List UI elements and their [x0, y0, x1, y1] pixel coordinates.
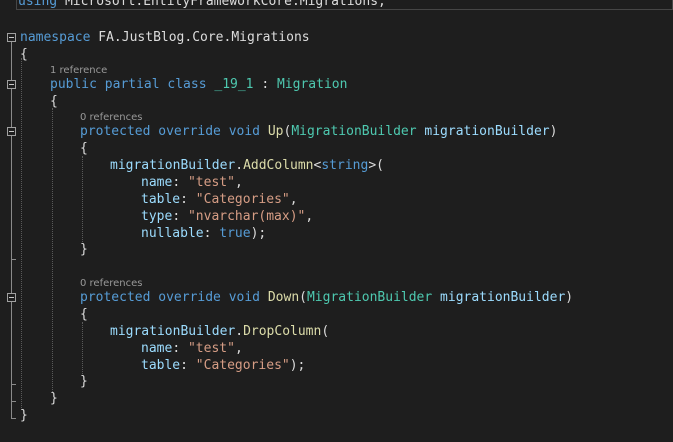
indent-guide-2 [52, 108, 53, 392]
brace: { [80, 141, 88, 156]
arg-value: "Categories" [195, 358, 290, 373]
fold-toggle-namespace[interactable] [7, 33, 16, 42]
punctuation: >( [368, 158, 384, 173]
punctuation: , [234, 175, 243, 190]
param-name: migrationBuilder [416, 124, 550, 139]
code-line-arg[interactable]: table: "Categories"); [141, 357, 305, 374]
method-call: AddColumn [243, 158, 314, 173]
fold-line-down [11, 302, 12, 384]
brace: { [20, 47, 28, 62]
indent-guide-1 [21, 58, 22, 410]
fold-line-up [11, 136, 12, 259]
keyword: using [18, 0, 58, 9]
class-name: _19_1 [206, 77, 254, 92]
base-class-name: Migration [277, 77, 348, 92]
indent-guide-3 [82, 156, 83, 242]
method-name: Up [260, 124, 284, 139]
punctuation: : [172, 209, 188, 224]
brace: } [80, 242, 88, 257]
brace: } [80, 374, 88, 389]
param-type: MigrationBuilder [306, 290, 433, 305]
brace: { [50, 94, 58, 109]
fold-end-namespace [11, 418, 16, 419]
arg-name: name [141, 341, 173, 356]
code-editor[interactable]: using Microsoft.EntityFrameworkCore.Migr… [0, 0, 673, 442]
punctuation: ) [549, 124, 558, 139]
punctuation: ); [250, 226, 267, 241]
punctuation: : [172, 341, 188, 356]
code-line-brace[interactable]: } [80, 241, 88, 258]
arg-value: "nvarchar(max)" [187, 209, 306, 224]
keyword: protected override void [80, 290, 261, 305]
code-line-brace[interactable]: { [20, 46, 28, 63]
code-line-class[interactable]: public partial class _19_1 : Migration [50, 76, 347, 93]
code-line-brace[interactable]: { [50, 93, 58, 110]
object-name: migrationBuilder [110, 324, 236, 339]
object-name: migrationBuilder [110, 158, 236, 173]
code-line-arg[interactable]: table: "Categories", [141, 191, 298, 208]
fold-end-up [11, 259, 16, 260]
arg-value: "test" [187, 175, 235, 190]
punctuation: : [203, 226, 220, 241]
method-call: DropColumn [243, 324, 322, 339]
arg-name: type [141, 209, 173, 224]
keyword: protected override void [80, 124, 261, 139]
arg-value: "Categories" [195, 192, 290, 207]
punctuation: ) [565, 290, 574, 305]
code-line-arg[interactable]: type: "nvarchar(max)", [141, 208, 313, 225]
code-line-namespace[interactable]: namespace FA.JustBlog.Core.Migrations [20, 29, 310, 46]
code-line-brace[interactable]: { [80, 306, 88, 323]
fold-toggle-up[interactable] [7, 127, 16, 136]
punctuation: . [235, 324, 244, 339]
punctuation: : [172, 175, 188, 190]
arg-value: true [219, 226, 251, 241]
using-namespace-text: Microsoft.EntityFrameworkCore.Migrations… [57, 0, 386, 9]
keyword: public partial class [50, 77, 207, 92]
punctuation: : [253, 77, 277, 92]
code-line-arg[interactable]: nullable: true); [141, 225, 266, 242]
arg-value: "test" [187, 341, 235, 356]
fold-end-class [11, 401, 16, 402]
code-line-dropcolumn[interactable]: migrationBuilder.DropColumn( [110, 323, 329, 340]
keyword: namespace [20, 30, 91, 45]
param-name: migrationBuilder [432, 290, 566, 305]
code-line-brace[interactable]: } [20, 407, 28, 424]
code-line-addcolumn[interactable]: migrationBuilder.AddColumn<string>( [110, 157, 384, 174]
arg-name: table [141, 192, 181, 207]
code-line-brace[interactable]: } [50, 390, 58, 407]
punctuation: , [305, 209, 314, 224]
indent-guide-4 [82, 322, 83, 376]
punctuation: , [289, 192, 298, 207]
arg-name: nullable [141, 226, 204, 241]
code-line-arg[interactable]: name: "test", [141, 174, 243, 191]
punctuation: : [180, 358, 196, 373]
brace: } [20, 408, 28, 423]
punctuation: : [180, 192, 196, 207]
method-name: Down [260, 290, 300, 305]
code-line-brace[interactable]: { [80, 140, 88, 157]
code-line-using[interactable]: using Microsoft.EntityFrameworkCore.Migr… [18, 0, 386, 10]
punctuation: ( [321, 324, 330, 339]
code-line-down-signature[interactable]: protected override void Down(MigrationBu… [80, 289, 573, 306]
brace: { [80, 307, 88, 322]
code-line-brace[interactable]: } [80, 373, 88, 390]
fold-end-down [11, 384, 16, 385]
fold-toggle-down[interactable] [7, 293, 16, 302]
code-line-up-signature[interactable]: protected override void Up(MigrationBuil… [80, 123, 557, 140]
arg-name: name [141, 175, 173, 190]
brace: } [50, 391, 58, 406]
arg-name: table [141, 358, 181, 373]
punctuation: ); [289, 358, 306, 373]
punctuation: , [234, 341, 243, 356]
namespace-name: FA.JustBlog.Core.Migrations [90, 30, 310, 45]
code-line-arg[interactable]: name: "test", [141, 340, 243, 357]
punctuation: . [235, 158, 244, 173]
punctuation: ( [299, 290, 307, 305]
fold-toggle-class[interactable] [7, 80, 16, 89]
generic-type: string [321, 158, 369, 173]
param-type: MigrationBuilder [291, 124, 417, 139]
